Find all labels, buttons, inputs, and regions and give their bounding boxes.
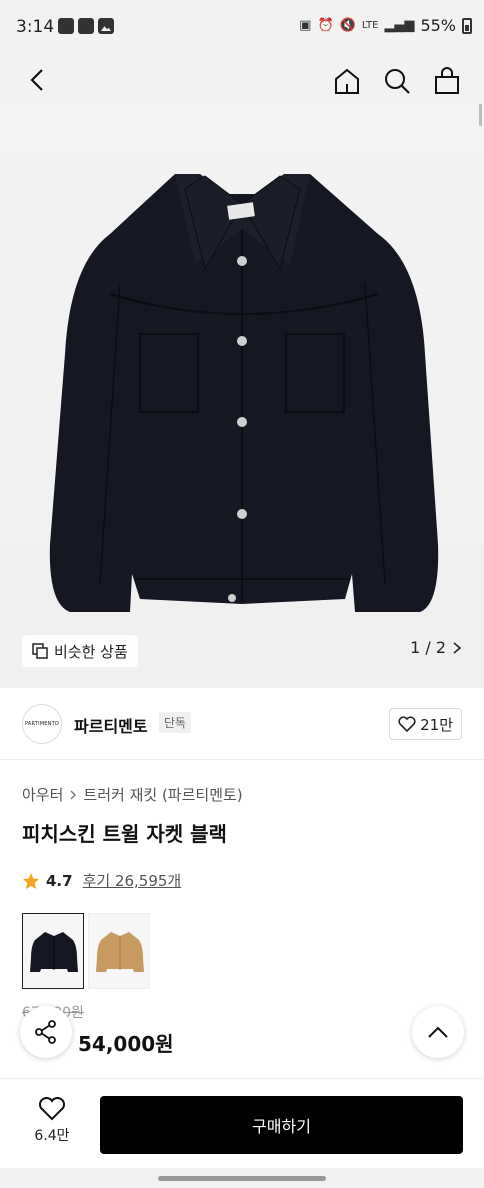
thumbnail-image xyxy=(23,914,83,988)
status-bar: 3:14 ▣ ⏰ 🔇 LTE ▂▄▆ 55% xyxy=(0,0,484,56)
nfc-icon: ▣ xyxy=(299,18,312,33)
search-icon[interactable] xyxy=(382,66,412,96)
chevron-up-icon xyxy=(428,1026,448,1038)
home-icon[interactable] xyxy=(332,66,362,96)
gesture-bar xyxy=(0,1168,484,1188)
review-link[interactable]: 후기 26,595개 xyxy=(83,870,182,891)
brand-logo[interactable]: PARTIMENTO xyxy=(22,704,62,744)
similar-products-label: 비슷한 상품 xyxy=(54,642,128,661)
nav-actions xyxy=(332,66,462,96)
scroll-top-button[interactable] xyxy=(412,1006,464,1058)
scroll-indicator xyxy=(479,104,482,126)
wishlist-button[interactable]: 6.4만 xyxy=(20,1097,84,1145)
status-time: 3:14 xyxy=(16,17,55,37)
heart-icon xyxy=(398,716,416,732)
teams-icon xyxy=(58,18,74,34)
product-image-gallery[interactable]: 비슷한 상품 1 / 2 xyxy=(0,104,484,688)
lte-label: LTE xyxy=(361,20,379,31)
mute-icon: 🔇 xyxy=(339,18,356,33)
rating-row: 4.7 후기 26,595개 xyxy=(22,870,181,891)
thumbnail-image xyxy=(89,914,149,988)
breadcrumb: 아우터 트러커 재킷 (파르티멘토) xyxy=(22,784,243,805)
share-icon xyxy=(35,1020,56,1044)
share-button[interactable] xyxy=(20,1006,72,1058)
brand-like-button[interactable]: 21만 xyxy=(389,708,462,740)
bottom-action-bar: 6.4만 구매하기 xyxy=(0,1078,484,1168)
pager-text: 1 / 2 xyxy=(410,638,446,657)
heart-icon xyxy=(38,1097,66,1121)
star-icon xyxy=(23,872,39,889)
breadcrumb-subcategory[interactable]: 트러커 재킷 (파르티멘토) xyxy=(83,784,242,805)
alarm-icon: ⏰ xyxy=(317,18,334,33)
nav-bar xyxy=(0,56,484,104)
battery-percent: 55% xyxy=(420,16,456,35)
signal-icon: ▂▄▆ xyxy=(384,18,415,33)
similar-icon xyxy=(32,643,48,659)
thumbnail-tan[interactable] xyxy=(88,913,150,989)
similar-products-button[interactable]: 비슷한 상품 xyxy=(22,635,138,667)
image-pager[interactable]: 1 / 2 xyxy=(410,638,462,657)
thumbnail-black[interactable] xyxy=(22,913,84,989)
sale-price: 54,000원 xyxy=(78,1032,174,1056)
wishlist-count: 6.4만 xyxy=(34,1128,70,1144)
battery-icon xyxy=(462,17,472,34)
product-title: 피치스킨 트윌 자켓 블랙 xyxy=(22,822,227,846)
teams-icon xyxy=(78,18,94,34)
breadcrumb-category[interactable]: 아우터 xyxy=(22,784,63,805)
color-thumbnails xyxy=(22,913,150,989)
exclusive-badge: 단독 xyxy=(159,712,192,733)
bag-icon[interactable] xyxy=(432,66,462,96)
brand-like-count: 21만 xyxy=(420,715,453,734)
status-right: ▣ ⏰ 🔇 LTE ▂▄▆ 55% xyxy=(299,16,472,35)
chevron-right-icon xyxy=(453,641,462,654)
brand-row: PARTIMENTO 파르티멘토 단독 21만 xyxy=(0,688,484,760)
notification-icons xyxy=(58,18,114,34)
gallery-icon xyxy=(98,18,114,34)
buy-button-label: 구매하기 xyxy=(252,1117,311,1136)
chevron-left-icon[interactable] xyxy=(24,66,52,94)
gesture-handle[interactable] xyxy=(158,1176,326,1181)
buy-button[interactable]: 구매하기 xyxy=(100,1096,463,1154)
brand-name[interactable]: 파르티멘토 xyxy=(74,713,148,737)
brand-logo-text: PARTIMENTO xyxy=(25,721,59,727)
rating-value: 4.7 xyxy=(46,871,73,890)
chevron-right-icon xyxy=(70,790,77,799)
product-image xyxy=(49,174,439,612)
